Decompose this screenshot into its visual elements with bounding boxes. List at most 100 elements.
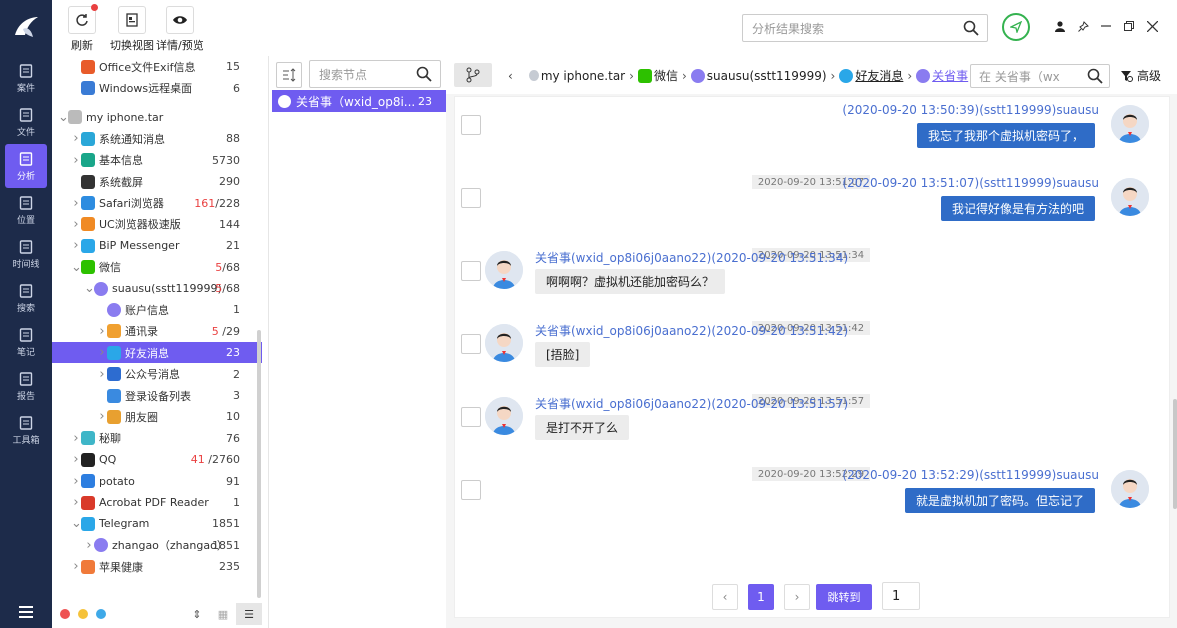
tree-row[interactable]: › 基本信息 5730 xyxy=(52,150,262,171)
jump-to-button[interactable]: 跳转到 xyxy=(816,584,872,610)
analysis-search-input[interactable]: 分析结果搜索 xyxy=(742,14,988,42)
nav-item-5[interactable]: 搜索 xyxy=(0,276,52,320)
menu-icon[interactable] xyxy=(0,606,52,618)
page-number-input[interactable]: 1 xyxy=(882,582,920,610)
nav-item-8[interactable]: 工具箱 xyxy=(0,408,52,452)
crumb-account[interactable]: suausu(sstt119999) xyxy=(707,69,827,83)
refresh-button[interactable]: 刷新 xyxy=(68,4,98,53)
message-checkbox[interactable] xyxy=(461,480,481,500)
status-dot[interactable] xyxy=(78,609,88,619)
grid-view-icon[interactable]: ▦ xyxy=(210,608,236,621)
tree-row[interactable]: 系统截屏 290 xyxy=(52,171,262,192)
nav-item-6[interactable]: 笔记 xyxy=(0,320,52,364)
send-icon[interactable] xyxy=(1002,13,1030,41)
tree-row[interactable]: › Acrobat PDF Reader 1 xyxy=(52,492,262,513)
tree-row[interactable]: › Safari浏览器 161/228 xyxy=(52,192,262,213)
tree-node-count: 290 xyxy=(219,175,240,188)
message-checkbox[interactable] xyxy=(461,407,481,427)
message-checkbox[interactable] xyxy=(461,115,481,135)
tree-row[interactable]: Windows远程桌面 6 xyxy=(52,77,262,98)
next-page-button[interactable]: › xyxy=(784,584,810,610)
message-checkbox[interactable] xyxy=(461,334,481,354)
user-icon[interactable] xyxy=(1053,19,1067,33)
chevron-right-icon[interactable]: › xyxy=(97,367,107,382)
tree-row[interactable]: › potato 91 xyxy=(52,470,262,491)
chevron-right-icon[interactable]: › xyxy=(97,324,107,339)
tree-row[interactable]: › UC浏览器极速版 144 xyxy=(52,214,262,235)
tree-row[interactable]: › 苹果健康 235 xyxy=(52,556,262,577)
tree-row[interactable]: › 通讯录 5 /29 xyxy=(52,321,262,342)
nav-item-1[interactable]: 文件 xyxy=(0,100,52,144)
chevron-down-icon[interactable]: ⌄ xyxy=(58,110,69,125)
chevron-right-icon[interactable]: › xyxy=(71,196,81,211)
tree-row[interactable]: › 朋友圈 10 xyxy=(52,406,262,427)
chevron-right-icon[interactable]: › xyxy=(71,559,81,574)
tree-row[interactable]: ⌄ my iphone.tar xyxy=(52,107,262,128)
chevron-down-icon[interactable]: ⌄ xyxy=(84,281,95,296)
pin-icon[interactable] xyxy=(1076,19,1090,33)
chat-scrollbar[interactable] xyxy=(1173,399,1177,509)
chevron-right-icon[interactable]: › xyxy=(71,153,81,168)
close-icon[interactable] xyxy=(1145,19,1159,33)
tree-row[interactable]: 登录设备列表 3 xyxy=(52,385,262,406)
tree-row[interactable]: 账户信息 1 xyxy=(52,299,262,320)
list-view-icon[interactable]: ☰ xyxy=(236,603,262,625)
switch-view-button[interactable]: 切换视图 xyxy=(110,6,154,53)
nav-item-7[interactable]: 报告 xyxy=(0,364,52,408)
sort-button[interactable] xyxy=(276,62,302,88)
crumb-friend-messages[interactable]: 好友消息 xyxy=(855,67,903,84)
tree-row[interactable]: ⌄ Telegram 1851 xyxy=(52,513,262,534)
chevron-right-icon[interactable]: › xyxy=(97,409,107,424)
nav-item-0[interactable]: 案件 xyxy=(0,56,52,100)
tree-row[interactable]: ⌄ 微信 5/68 xyxy=(52,257,262,278)
chevron-right-icon[interactable]: › xyxy=(71,131,81,146)
crumb-device[interactable]: my iphone.tar xyxy=(541,69,625,83)
nav-item-2[interactable]: 分析 xyxy=(5,144,47,188)
advanced-search-button[interactable]: 高级 xyxy=(1120,67,1161,84)
search-icon[interactable] xyxy=(416,66,432,82)
collapse-icon[interactable]: ⇕ xyxy=(184,608,210,621)
message-checkbox[interactable] xyxy=(461,188,481,208)
contact-item[interactable]: 关省事（wxid_op8i... 23 xyxy=(272,90,446,112)
branch-button[interactable] xyxy=(454,63,492,87)
chevron-right-icon[interactable]: › xyxy=(84,538,94,553)
restore-icon[interactable] xyxy=(1122,19,1136,33)
chevron-right-icon[interactable]: › xyxy=(97,345,107,360)
tree-scrollbar[interactable] xyxy=(257,330,261,598)
status-dot[interactable] xyxy=(60,609,70,619)
chevron-right-icon[interactable]: › xyxy=(71,431,81,446)
chevron-right-icon[interactable]: › xyxy=(71,217,81,232)
minimize-icon[interactable] xyxy=(1099,19,1113,33)
tree-row[interactable]: › 好友消息 23 xyxy=(52,342,262,364)
node-search-input[interactable]: 搜索节点 xyxy=(309,60,441,88)
back-icon[interactable]: ‹ xyxy=(508,69,513,83)
message-checkbox[interactable] xyxy=(461,261,481,281)
status-dot[interactable] xyxy=(96,609,106,619)
prev-page-button[interactable]: ‹ xyxy=(712,584,738,610)
current-page[interactable]: 1 xyxy=(748,584,774,610)
search-icon[interactable] xyxy=(963,20,979,36)
nav-item-3[interactable]: 位置 xyxy=(0,188,52,232)
tree-row[interactable]: ⌄ suausu(sstt119999) 5/68 xyxy=(52,278,262,299)
tree-node-count: 76 xyxy=(226,432,240,445)
tree-row[interactable]: Office文件Exif信息 15 xyxy=(52,56,262,77)
chevron-right-icon[interactable]: › xyxy=(71,452,81,467)
tree-row[interactable]: › BiP Messenger 21 xyxy=(52,235,262,256)
tree-row[interactable]: › 系统通知消息 88 xyxy=(52,128,262,149)
chat-search-input[interactable]: 在 关省事（wx xyxy=(970,64,1110,88)
tree-row[interactable]: › 公众号消息 2 xyxy=(52,363,262,384)
crumb-contact[interactable]: 关省事 xyxy=(932,67,968,84)
chevron-right-icon[interactable]: › xyxy=(71,495,81,510)
chevron-right-icon[interactable]: › xyxy=(71,238,81,253)
tree-row[interactable]: › zhangao（zhangao） 1851 xyxy=(52,535,262,556)
chevron-right-icon[interactable]: › xyxy=(71,474,81,489)
crumb-wechat[interactable]: 微信 xyxy=(654,67,678,84)
crumb-separator: › xyxy=(681,68,687,83)
search-icon[interactable] xyxy=(1087,68,1103,84)
tree-row[interactable]: › 秘聊 76 xyxy=(52,428,262,449)
nav-item-4[interactable]: 时间线 xyxy=(0,232,52,276)
chevron-down-icon[interactable]: ⌄ xyxy=(71,516,82,531)
detail-preview-button[interactable]: 详情/预览 xyxy=(156,6,204,53)
chevron-down-icon[interactable]: ⌄ xyxy=(71,260,82,275)
tree-row[interactable]: › QQ 41 /2760 xyxy=(52,449,262,470)
